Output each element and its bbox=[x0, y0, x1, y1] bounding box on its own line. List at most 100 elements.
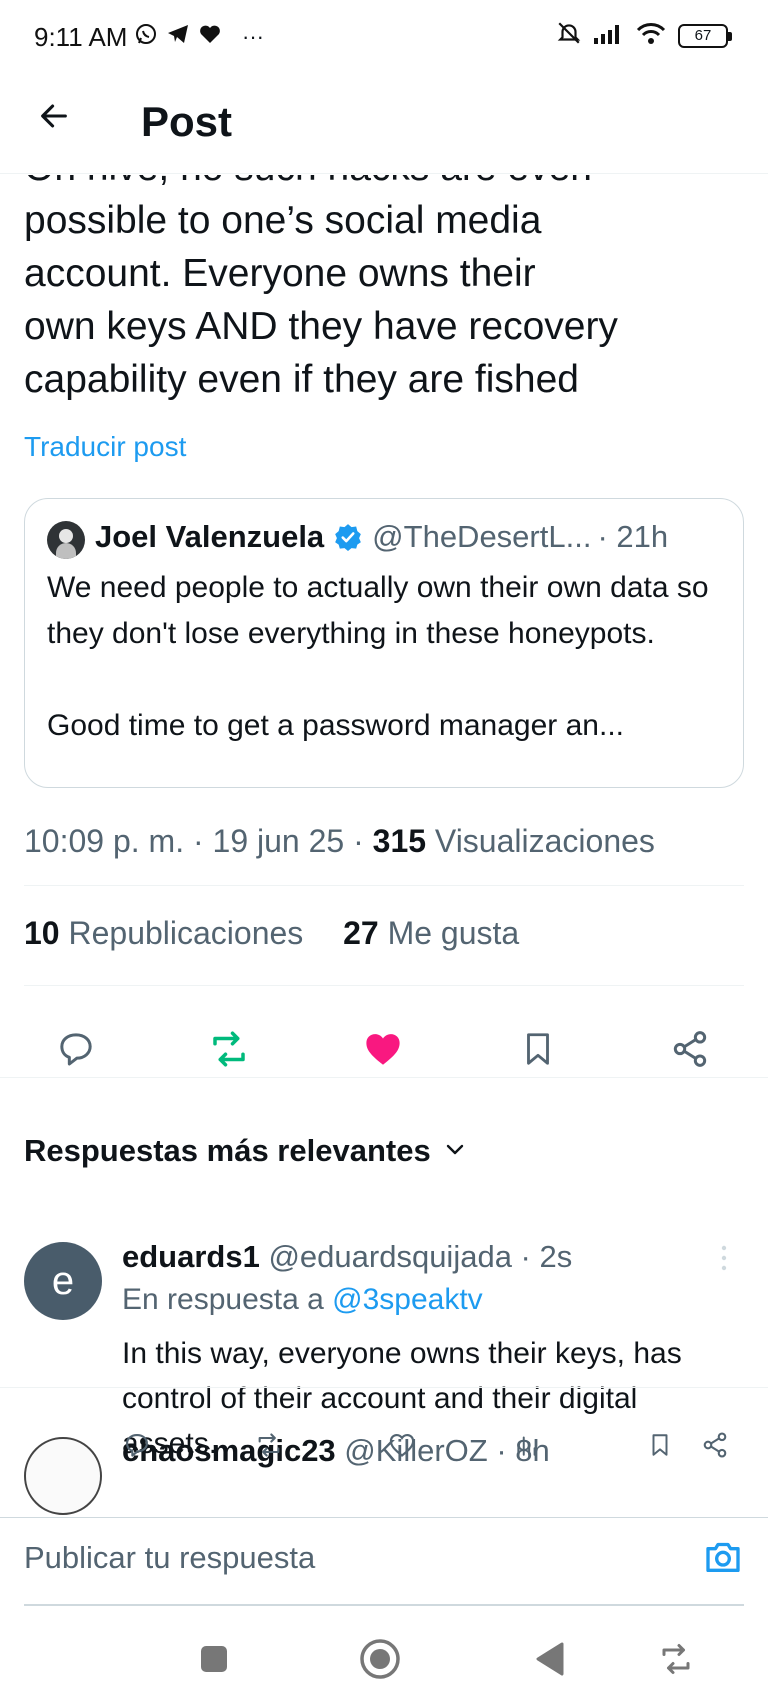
rotate-button[interactable] bbox=[654, 1639, 698, 1683]
replies-sort-label: Respuestas más relevantes bbox=[24, 1133, 431, 1168]
heart-icon bbox=[198, 22, 222, 51]
share-button[interactable] bbox=[664, 1025, 716, 1077]
circle-icon bbox=[359, 1638, 401, 1685]
verified-badge-icon bbox=[334, 523, 362, 551]
camera-button[interactable] bbox=[700, 1536, 746, 1582]
reply-actions bbox=[0, 1430, 768, 1470]
likes-stat[interactable]: 27 Me gusta bbox=[343, 915, 519, 951]
status-time: 9:11 AM bbox=[34, 22, 128, 52]
repost-button[interactable] bbox=[203, 1025, 255, 1077]
back-button[interactable] bbox=[30, 94, 78, 142]
reply-bookmark-button[interactable] bbox=[643, 1430, 677, 1464]
quoted-post-time: · 21h bbox=[597, 519, 669, 554]
telegram-icon bbox=[166, 22, 190, 51]
rotate-icon bbox=[658, 1641, 694, 1682]
reply-views-button[interactable] bbox=[510, 1430, 544, 1464]
post-metadata: 10:09 p. m. · 19 jun 25 · 315 Visualizac… bbox=[24, 823, 655, 860]
repost-icon bbox=[255, 1431, 283, 1464]
status-left-icons: ··· bbox=[134, 22, 264, 51]
share-icon bbox=[670, 1029, 710, 1074]
status-bar: 9:11 AM ··· 67 bbox=[0, 0, 768, 74]
post-text-line: possible to one’s social media bbox=[24, 199, 542, 242]
reply-share-button[interactable] bbox=[698, 1430, 732, 1464]
quoted-post-header: Joel Valenzuela @TheDesertL... · 21h bbox=[95, 519, 723, 555]
reply-like-button[interactable] bbox=[385, 1430, 419, 1464]
views-count: 315 bbox=[372, 823, 427, 859]
repost-icon bbox=[208, 1028, 250, 1075]
divider bbox=[0, 1387, 768, 1388]
post-text-line: account. Everyone owns their bbox=[24, 252, 536, 295]
reposts-label: Republicaciones bbox=[59, 915, 304, 951]
reply-repost-button[interactable] bbox=[252, 1430, 286, 1464]
reply-header: eduards1 @eduardsquijada · 2s bbox=[122, 1239, 572, 1275]
post-stats: 10 Republicaciones 27 Me gusta bbox=[24, 915, 519, 952]
bell-off-icon bbox=[556, 20, 582, 51]
quoted-post-paragraph: Good time to get a password manager an..… bbox=[47, 709, 624, 742]
reply-item[interactable]: e eduards1 @eduardsquijada · 2s En respu… bbox=[0, 1197, 768, 1460]
wifi-icon bbox=[636, 21, 666, 50]
chevron-down-icon bbox=[443, 1133, 467, 1169]
quoted-post[interactable]: Joel Valenzuela @TheDesertL... · 21h We … bbox=[24, 498, 744, 788]
triangle-back-icon bbox=[534, 1641, 566, 1682]
reply-author-handle: @eduardsquijada bbox=[259, 1239, 512, 1274]
battery-icon: 67 bbox=[678, 23, 732, 48]
reposts-stat[interactable]: 10 Republicaciones bbox=[24, 915, 303, 951]
post-text-line: capability even if they are fished bbox=[24, 358, 579, 401]
translate-post-link[interactable]: Traducir post bbox=[24, 431, 186, 463]
reply-author-name[interactable]: eduards1 bbox=[122, 1239, 260, 1274]
quoted-post-text: We need people to actually own their own… bbox=[47, 565, 723, 749]
quoted-author-handle: @TheDesertL... bbox=[372, 519, 592, 554]
bookmark-button[interactable] bbox=[512, 1025, 564, 1077]
heart-icon bbox=[362, 1028, 404, 1075]
post-actions bbox=[0, 1005, 768, 1105]
bookmark-icon bbox=[647, 1432, 673, 1463]
post-header: Post bbox=[0, 74, 768, 174]
avatar bbox=[47, 521, 85, 559]
like-button[interactable] bbox=[357, 1025, 409, 1077]
bookmark-icon bbox=[519, 1030, 557, 1073]
recents-button[interactable] bbox=[192, 1639, 236, 1683]
quoted-author-name: Joel Valenzuela bbox=[95, 519, 325, 554]
comment-icon bbox=[56, 1029, 96, 1074]
likes-label: Me gusta bbox=[378, 915, 520, 951]
square-icon bbox=[199, 1644, 229, 1679]
back-nav-button[interactable] bbox=[528, 1639, 572, 1683]
post-detail[interactable]: On hive, no such hacks are even possible… bbox=[0, 175, 768, 1517]
replies-sort-dropdown[interactable]: Respuestas más relevantes bbox=[24, 1105, 467, 1197]
signal-icon bbox=[594, 22, 624, 49]
divider bbox=[0, 1077, 768, 1078]
post-timestamp: 10:09 p. m. · 19 jun 25 · bbox=[24, 823, 373, 859]
bar-chart-icon bbox=[514, 1432, 540, 1463]
reposts-count: 10 bbox=[24, 915, 60, 951]
reply-button[interactable] bbox=[50, 1025, 102, 1077]
reply-input[interactable]: Publicar tu respuesta bbox=[24, 1540, 315, 1576]
heart-icon bbox=[388, 1431, 416, 1464]
views-label: Visualizaciones bbox=[426, 823, 655, 859]
reply-composer: Publicar tu respuesta bbox=[0, 1517, 768, 1607]
whatsapp-icon bbox=[134, 22, 158, 51]
avatar[interactable]: e bbox=[24, 1242, 102, 1320]
page-title: Post bbox=[141, 98, 233, 145]
comment-icon bbox=[123, 1431, 151, 1464]
reply-reply-button[interactable] bbox=[120, 1430, 154, 1464]
reply-time: · 2s bbox=[511, 1239, 573, 1274]
divider bbox=[24, 885, 744, 886]
divider bbox=[24, 985, 744, 986]
more-vertical-icon[interactable] bbox=[720, 1245, 728, 1276]
camera-icon bbox=[703, 1537, 743, 1582]
share-icon bbox=[701, 1431, 729, 1464]
quoted-post-paragraph: We need people to actually own their own… bbox=[47, 571, 709, 650]
reply-to-prefix: En respuesta a bbox=[122, 1283, 333, 1316]
arrow-left-icon bbox=[37, 99, 71, 138]
reply-to-line: En respuesta a @3speaktv bbox=[122, 1283, 483, 1317]
post-text-line: On hive, no such hacks are even bbox=[24, 175, 744, 194]
system-nav-bar bbox=[0, 1607, 768, 1707]
home-button[interactable] bbox=[358, 1638, 402, 1685]
reply-to-mention[interactable]: @3speaktv bbox=[332, 1283, 483, 1316]
composer-underline bbox=[24, 1604, 744, 1606]
more-dots: ··· bbox=[242, 23, 264, 49]
post-text-line: own keys AND they have recovery bbox=[24, 305, 618, 348]
post-text: On hive, no such hacks are even possible… bbox=[24, 175, 744, 406]
status-right-icons: 67 bbox=[556, 20, 732, 51]
likes-count: 27 bbox=[343, 915, 379, 951]
